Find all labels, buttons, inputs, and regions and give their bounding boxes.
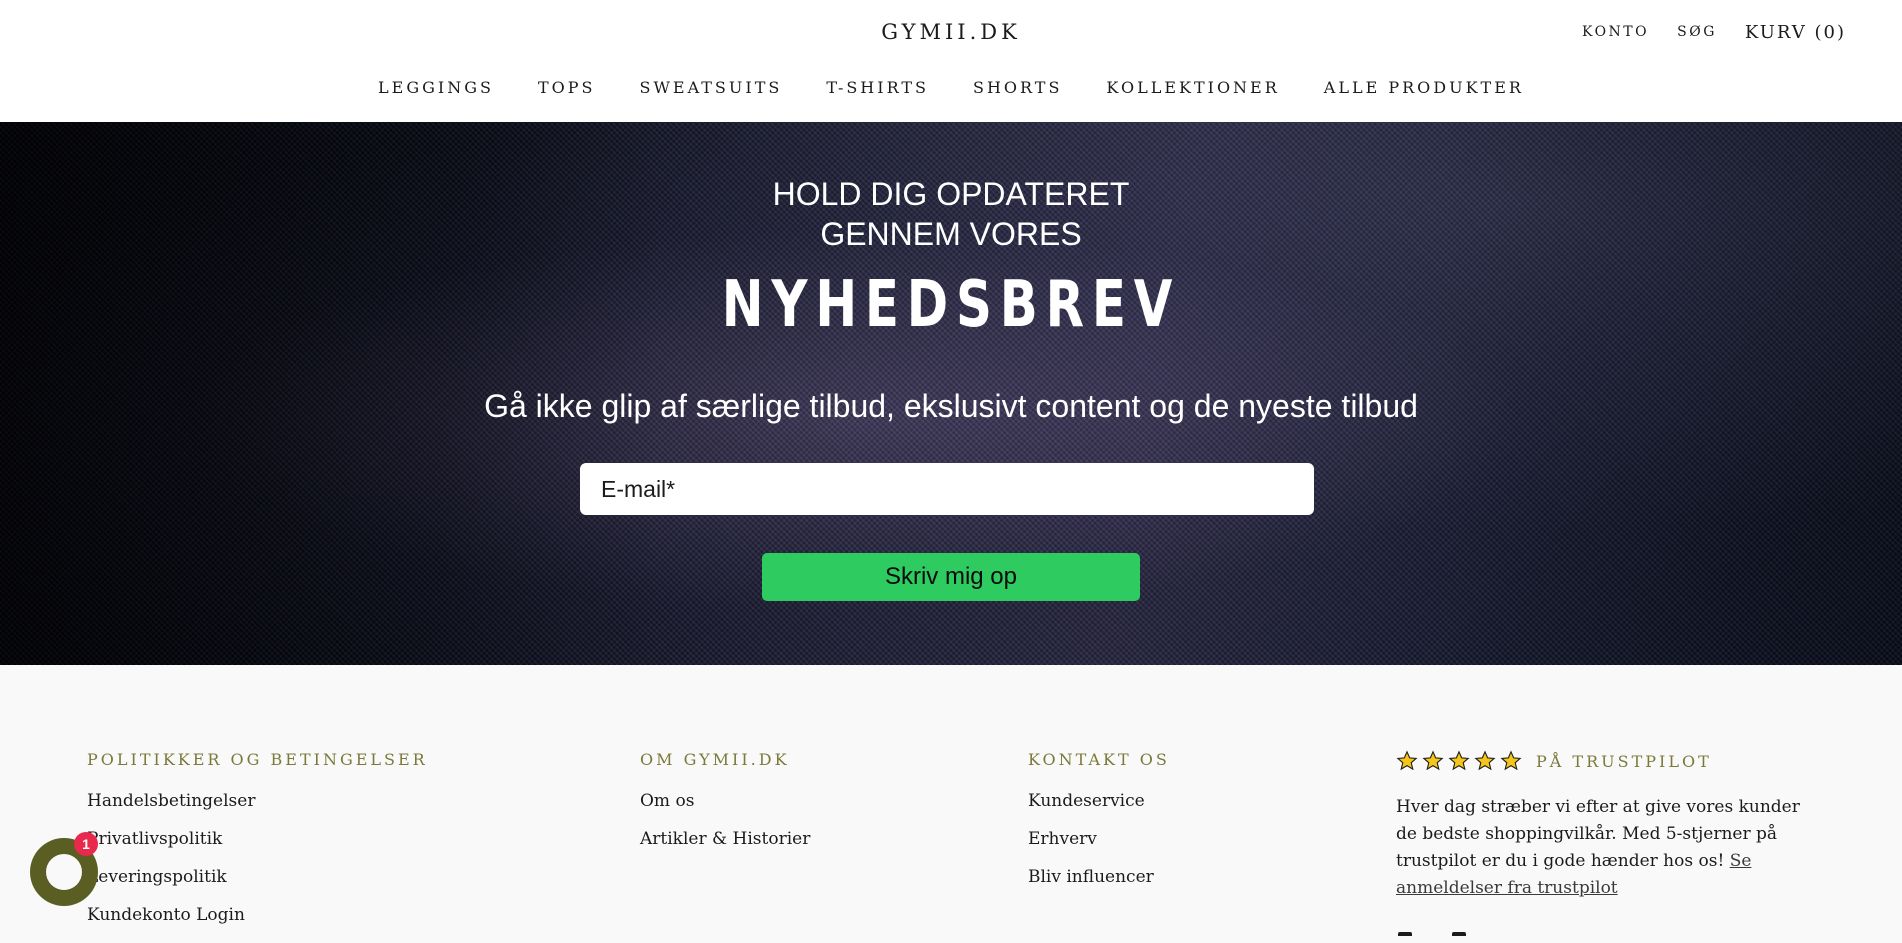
newsletter-title: NYHEDSBREV [721, 268, 1181, 342]
footer-link-terms[interactable]: Handelsbetingelser [87, 791, 428, 811]
star-icon [1500, 750, 1522, 771]
email-field[interactable] [580, 463, 1314, 515]
footer-contact: KONTAKT OS Kundeservice Erhverv Bliv inf… [1028, 750, 1170, 905]
footer-link-about-us[interactable]: Om os [640, 791, 810, 811]
nav-item-shorts[interactable]: SHORTS [973, 78, 1062, 97]
chat-notification-badge: 1 [74, 832, 98, 856]
nav-item-collections[interactable]: KOLLEKTIONER [1106, 78, 1279, 97]
footer-link-customer-service[interactable]: Kundeservice [1028, 791, 1170, 811]
footer-link-privacy[interactable]: Privatlivspolitik [87, 829, 428, 849]
nav-item-sweatsuits[interactable]: SWEATSUITS [639, 78, 782, 97]
footer-link-business[interactable]: Erhverv [1028, 829, 1170, 849]
footer-heading-about: OM GYMII.DK [640, 750, 790, 769]
footer-link-articles[interactable]: Artikler & Historier [640, 829, 810, 849]
nav-item-tops[interactable]: TOPS [538, 78, 596, 97]
account-link[interactable]: KONTO [1582, 24, 1649, 43]
footer-link-influencer[interactable]: Bliv influencer [1028, 867, 1170, 887]
newsletter-line2: GENNEM VORES [820, 216, 1082, 252]
footer-policies: POLITIKKER OG BETINGELSER Handelsbetinge… [87, 750, 428, 943]
facebook-icon[interactable] [1398, 932, 1412, 936]
trustpilot-text: Hver dag stræber vi efter at give vores … [1396, 794, 1816, 902]
trustpilot-heading-label: PÅ TRUSTPILOT [1536, 751, 1712, 771]
trustpilot-heading: PÅ TRUSTPILOT [1396, 750, 1816, 772]
nav-item-t-shirts[interactable]: T-SHIRTS [826, 78, 929, 97]
secondary-nav: KONTO SØG KURV (0) [1554, 22, 1846, 43]
star-icon [1448, 750, 1470, 771]
rating-stars [1396, 750, 1526, 772]
nav-item-leggings[interactable]: LEGGINGS [378, 78, 494, 97]
footer-link-shipping[interactable]: Leveringspolitik [87, 867, 428, 887]
footer-heading-policies: POLITIKKER OG BETINGELSER [87, 750, 428, 769]
star-icon [1396, 750, 1418, 771]
star-icon [1422, 750, 1444, 771]
footer-trustpilot: PÅ TRUSTPILOT Hver dag stræber vi efter … [1396, 750, 1816, 902]
star-icon [1474, 750, 1496, 771]
newsletter-hero: HOLD DIG OPDATERET GENNEM VORES NYHEDSBR… [0, 122, 1902, 665]
footer-about: OM GYMII.DK Om os Artikler & Historier [640, 750, 810, 867]
main-nav: LEGGINGS TOPS SWEATSUITS T-SHIRTS SHORTS… [0, 78, 1902, 97]
nav-item-all-products[interactable]: ALLE PRODUKTER [1324, 78, 1524, 97]
cart-link[interactable]: KURV (0) [1745, 22, 1846, 43]
footer-link-account-login[interactable]: Kundekonto Login [87, 905, 428, 925]
newsletter-subtitle: Gå ikke glip af særlige tilbud, ekslusiv… [484, 388, 1418, 424]
instagram-icon[interactable] [1452, 932, 1466, 936]
search-link[interactable]: SØG [1677, 24, 1717, 43]
footer-heading-contact: KONTAKT OS [1028, 750, 1170, 769]
site-footer: POLITIKKER OG BETINGELSER Handelsbetinge… [0, 665, 1902, 936]
site-header: GYMII.DK KONTO SØG KURV (0) LEGGINGS TOP… [0, 0, 1902, 123]
subscribe-button[interactable]: Skriv mig op [762, 553, 1140, 601]
newsletter-line1: HOLD DIG OPDATERET [772, 176, 1130, 212]
chat-icon [46, 854, 82, 890]
